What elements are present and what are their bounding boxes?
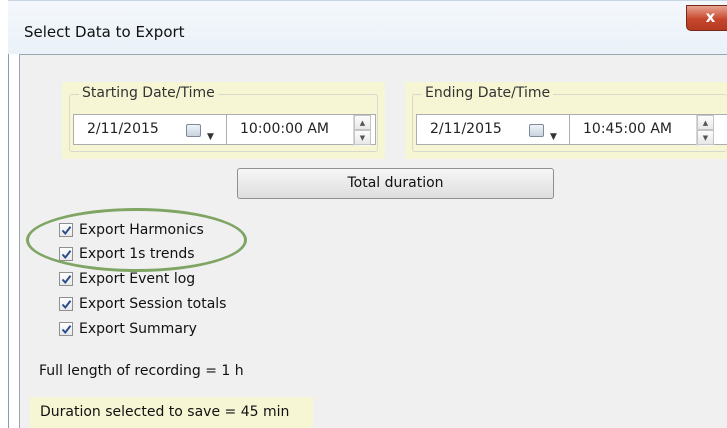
window-title: Select Data to Export	[24, 23, 185, 41]
start-group-label: Starting Date/Time	[79, 85, 218, 101]
start-time-value: 10:00:00 AM	[240, 121, 329, 137]
start-date-picker[interactable]: 2/11/2015 ▼	[73, 114, 227, 145]
end-time-value: 10:45:00 AM	[583, 121, 672, 137]
annotation-ellipse	[26, 208, 247, 272]
duration-selected-text: Duration selected to save = 45 min	[40, 404, 290, 420]
export-summary-checkbox[interactable]: Export Summary	[59, 318, 197, 340]
window-frame	[8, 0, 9, 428]
checkmark-icon	[61, 300, 72, 310]
export-session-totals-checkbox[interactable]: Export Session totals	[59, 293, 226, 315]
start-datetime-group: Starting Date/Time 2/11/2015 ▼ 10:00:00 …	[62, 82, 385, 159]
end-datetime-group: Ending Date/Time 2/11/2015 ▼ 10:45:00 AM…	[405, 82, 727, 159]
end-group-label: Ending Date/Time	[422, 85, 554, 101]
checkmark-icon	[61, 325, 72, 335]
chevron-down-icon[interactable]: ▼	[550, 123, 557, 152]
chevron-down-icon[interactable]: ▼	[207, 123, 214, 152]
calendar-icon[interactable]	[186, 124, 201, 137]
spin-down-icon[interactable]: ▼	[354, 130, 371, 145]
checkbox[interactable]	[59, 297, 73, 311]
end-date-picker[interactable]: 2/11/2015 ▼	[416, 114, 570, 145]
checkbox[interactable]	[59, 322, 73, 336]
end-time-input[interactable]: 10:45:00 AM ▲ ▼	[569, 114, 727, 146]
title-bar[interactable]: Select Data to Export x	[8, 0, 727, 54]
calendar-icon[interactable]	[529, 124, 544, 137]
close-button[interactable]: x	[686, 5, 727, 31]
export-summary-label: Export Summary	[79, 321, 197, 337]
end-time-spinner[interactable]: ▲ ▼	[696, 115, 714, 146]
checkbox[interactable]	[59, 272, 73, 286]
start-time-spinner[interactable]: ▲ ▼	[353, 115, 371, 146]
full-length-text: Full length of recording = 1 h	[39, 363, 244, 379]
spin-up-icon[interactable]: ▲	[354, 115, 371, 130]
start-date-value: 2/11/2015	[87, 121, 159, 137]
checkmark-icon	[61, 275, 72, 285]
total-duration-button[interactable]: Total duration	[237, 168, 554, 199]
export-session-totals-label: Export Session totals	[79, 296, 227, 312]
close-icon: x	[705, 8, 716, 26]
export-event-log-label: Export Event log	[79, 271, 196, 287]
start-time-input[interactable]: 10:00:00 AM ▲ ▼	[226, 114, 376, 146]
spin-down-icon[interactable]: ▼	[697, 130, 714, 145]
end-date-value: 2/11/2015	[430, 121, 502, 137]
export-dialog: Select Data to Export x Starting Date/Ti…	[0, 0, 727, 428]
spin-up-icon[interactable]: ▲	[697, 115, 714, 130]
